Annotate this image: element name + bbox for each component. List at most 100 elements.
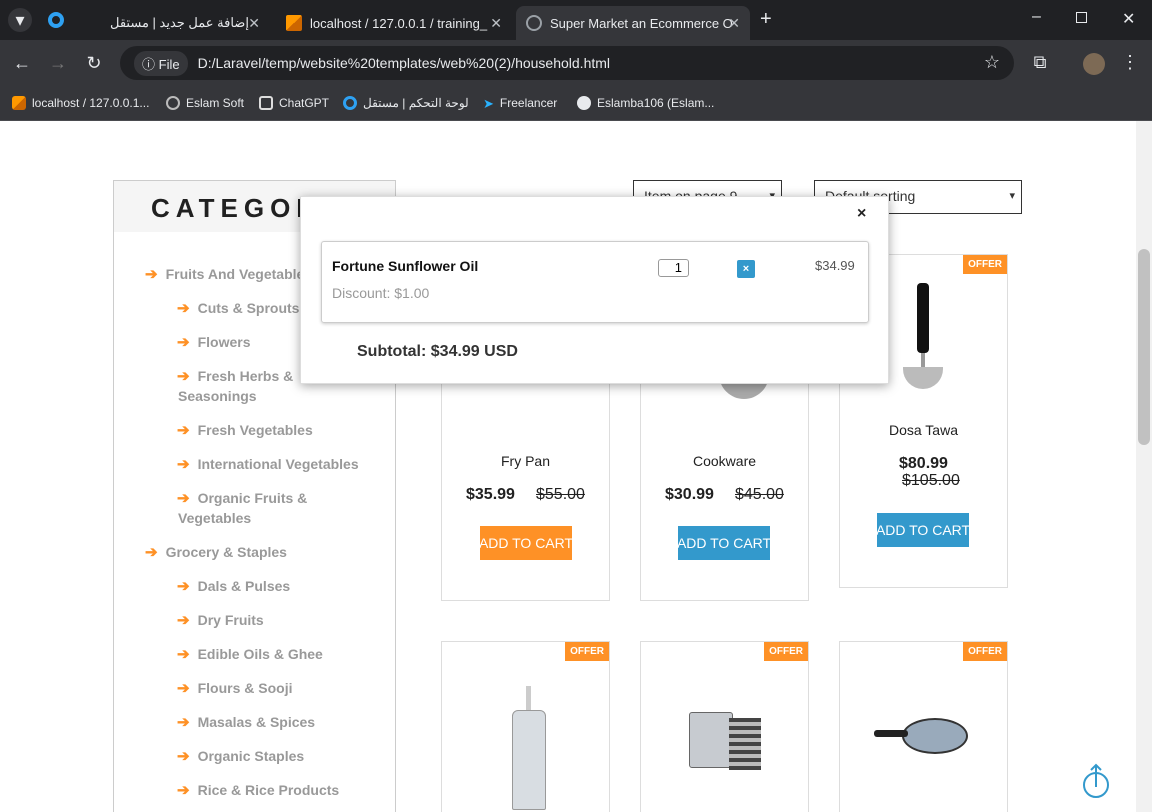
tab-strip: ▾ إضافة عمل جديد | مستقل ✕ localhost / 1… <box>0 0 1152 40</box>
category-label: Seasonings <box>178 388 257 404</box>
subcategory-item[interactable]: ➔ Cuts & Sprouts <box>177 298 299 319</box>
subcategory-item[interactable]: ➔ Organic Fruits & <box>177 488 307 509</box>
scroll-to-top-icon[interactable] <box>1082 763 1110 799</box>
category-label: Organic Fruits & <box>197 490 308 506</box>
bookmark-eslam-soft[interactable]: Eslam Soft <box>166 92 244 114</box>
maximize-button[interactable] <box>1076 12 1087 23</box>
arrow-right-icon: ➔ <box>177 368 190 385</box>
product-image[interactable] <box>874 708 974 758</box>
arrow-right-icon: ➔ <box>145 266 158 283</box>
category-label: Rice & Rice Products <box>197 782 340 798</box>
product-name[interactable]: Fry Pan <box>442 453 609 469</box>
bookmark-freelancer[interactable]: ➤ Freelancer <box>483 92 557 114</box>
page-content: CATEGORIES ➔ Fruits And Vegetables ➔ Cuts … <box>0 121 1152 812</box>
tab-title: Super Market an Ecommerce O <box>550 15 733 31</box>
bookmark-chatgpt[interactable]: ChatGPT <box>259 92 329 114</box>
close-window-button[interactable]: ✕ <box>1122 9 1135 29</box>
arrow-right-icon: ➔ <box>177 300 190 317</box>
bookmark-label: لوحة التحكم | مستقل <box>363 96 469 110</box>
product-old-price: $105.00 <box>902 472 960 489</box>
tab-mostaql[interactable]: إضافة عمل جديد | مستقل ✕ <box>100 6 270 40</box>
product-price: $30.99 <box>665 486 714 503</box>
subcategory-item[interactable]: ➔ Masalas & Spices <box>177 712 315 733</box>
add-to-cart-button[interactable]: ADD TO CART <box>678 526 770 560</box>
product-image[interactable] <box>899 283 947 393</box>
avatar[interactable] <box>1083 53 1105 75</box>
offer-badge: OFFER <box>565 642 609 661</box>
category-label: Fresh Vegetables <box>197 422 313 438</box>
new-tab-button[interactable]: + <box>760 8 772 31</box>
vertical-scrollbar[interactable] <box>1136 121 1152 812</box>
subcategory-item[interactable]: ➔ Flours & Sooji <box>177 678 292 699</box>
pinned-tab-icon[interactable] <box>48 12 64 28</box>
url-scheme: File <box>158 56 180 72</box>
file-chip[interactable]: ⓘ File <box>134 50 188 76</box>
modal-close-button[interactable]: × <box>857 205 866 223</box>
toolbar: ← → ↻ ⓘ File D:/Laravel/temp/website%20t… <box>0 40 1152 86</box>
subcategory-item[interactable]: ➔ Dals & Pulses <box>177 576 290 597</box>
arrow-right-icon: ➔ <box>177 334 190 351</box>
subcategory-item[interactable]: ➔ Edible Oils & Ghee <box>177 644 323 665</box>
bookmark-mostaql[interactable]: لوحة التحكم | مستقل <box>343 92 469 114</box>
quantity-input[interactable]: 1 <box>658 259 689 277</box>
phpmyadmin-icon <box>286 15 302 31</box>
cart-subtotal: Subtotal: $34.99 USD <box>357 343 518 360</box>
remove-item-button[interactable]: × <box>737 260 755 278</box>
subcategory-item[interactable]: ➔ Fresh Herbs & <box>177 366 293 387</box>
subcategory-item[interactable]: ➔ Flowers <box>177 332 250 353</box>
product-name[interactable]: Dosa Tawa <box>840 422 1007 438</box>
forward-button[interactable]: → <box>46 51 70 75</box>
subcategory-item-continued[interactable]: Seasonings <box>178 386 257 406</box>
bookmark-github[interactable]: Eslamba106 (Eslam... <box>577 92 714 114</box>
product-old-price: $55.00 <box>536 486 585 503</box>
bookmark-label: localhost / 127.0.0.1... <box>32 96 150 110</box>
close-icon[interactable]: ✕ <box>248 15 260 32</box>
tab-title: إضافة عمل جديد | مستقل <box>110 15 249 30</box>
product-card: OFFER <box>839 641 1008 812</box>
minimize-button[interactable]: – <box>1032 8 1041 26</box>
info-icon: ⓘ <box>142 56 159 72</box>
chevron-down-icon: ▾ <box>1009 190 1015 202</box>
arrow-right-icon: ➔ <box>177 422 190 439</box>
subcategory-item[interactable]: ➔ Dry Fruits <box>177 610 264 631</box>
subcategory-item[interactable]: ➔ International Vegetables <box>177 454 359 475</box>
product-price: $80.99 <box>899 455 948 472</box>
tab-search-button[interactable]: ▾ <box>8 8 32 32</box>
address-bar[interactable]: ⓘ File D:/Laravel/temp/website%20templat… <box>120 46 1014 80</box>
extensions-icon[interactable]: ⧉ <box>1028 50 1052 74</box>
product-image[interactable] <box>685 704 765 774</box>
scrollbar-thumb[interactable] <box>1138 249 1150 445</box>
category-label: Cuts & Sprouts <box>197 300 300 316</box>
add-to-cart-button[interactable]: ADD TO CART <box>877 513 969 547</box>
arrow-right-icon: ➔ <box>177 714 190 731</box>
category-item[interactable]: ➔ Grocery & Staples <box>145 542 287 563</box>
mostaql-icon <box>343 96 357 110</box>
tab-supermarket[interactable]: Super Market an Ecommerce O ✕ <box>516 6 750 40</box>
star-icon[interactable]: ☆ <box>984 52 1000 73</box>
cart-modal: × Fortune Sunflower Oil Discount: $1.00 … <box>300 196 889 384</box>
tab-phpmyadmin[interactable]: localhost / 127.0.0.1 / training_ ✕ <box>276 6 512 40</box>
product-name[interactable]: Cookware <box>641 453 808 469</box>
category-label: Flours & Sooji <box>197 680 293 696</box>
reload-button[interactable]: ↻ <box>82 51 106 75</box>
category-label: International Vegetables <box>197 456 359 472</box>
bookmark-label: ChatGPT <box>279 96 330 110</box>
close-icon[interactable]: ✕ <box>728 15 740 32</box>
category-label: Masalas & Spices <box>197 714 316 730</box>
close-icon[interactable]: ✕ <box>490 15 502 32</box>
subcategory-item[interactable]: ➔ Organic Staples <box>177 746 304 767</box>
product-image[interactable] <box>510 686 552 810</box>
product-old-price: $45.00 <box>735 486 784 503</box>
arrow-right-icon: ➔ <box>177 612 190 629</box>
menu-icon[interactable]: ⋮ <box>1118 50 1142 74</box>
arrow-right-icon: ➔ <box>177 680 190 697</box>
add-to-cart-button[interactable]: ADD TO CART <box>480 526 572 560</box>
subcategory-item[interactable]: ➔ Fresh Vegetables <box>177 420 313 441</box>
back-button[interactable]: ← <box>10 51 34 75</box>
category-item[interactable]: ➔ Fruits And Vegetables <box>145 264 312 285</box>
subcategory-item-continued[interactable]: Vegetables <box>178 508 251 528</box>
category-label: Dals & Pulses <box>197 578 291 594</box>
category-label: Organic Staples <box>197 748 305 764</box>
bookmark-localhost[interactable]: localhost / 127.0.0.1... <box>12 92 149 114</box>
subcategory-item[interactable]: ➔ Rice & Rice Products <box>177 780 339 801</box>
